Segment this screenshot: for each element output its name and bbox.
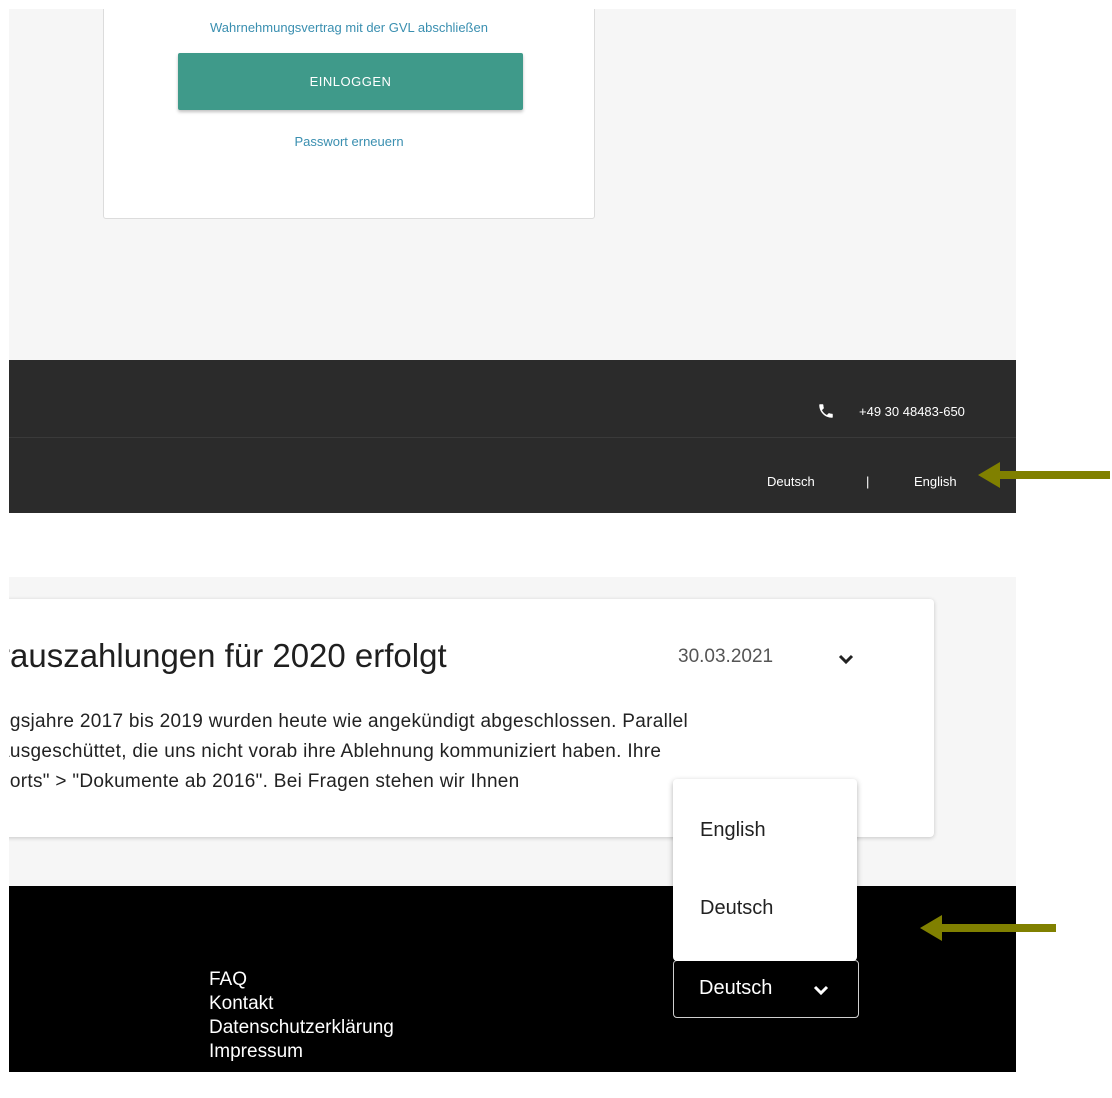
- language-separator: |: [866, 474, 870, 489]
- news-title: rauszahlungen für 2020 erfolgt: [9, 637, 447, 674]
- login-card: Wahrnehmungsvertrag mit der GVL abschlie…: [103, 9, 595, 219]
- top-screenshot: Wahrnehmungsvertrag mit der GVL abschlie…: [9, 9, 1016, 513]
- phone-number[interactable]: +49 30 48483-650: [859, 404, 965, 419]
- footer-link-kontakt[interactable]: Kontakt: [209, 992, 394, 1016]
- language-select[interactable]: Deutsch: [673, 960, 859, 1018]
- language-select-value: Deutsch: [699, 977, 773, 999]
- news-date: 30.03.2021: [678, 646, 774, 667]
- language-option-deutsch[interactable]: Deutsch: [700, 897, 773, 920]
- language-option-english[interactable]: English: [700, 819, 766, 842]
- language-link-english[interactable]: English: [914, 474, 957, 489]
- login-button[interactable]: EINLOGGEN: [178, 53, 523, 110]
- footer-links: FAQ Kontakt Datenschutzerklärung Impress…: [209, 968, 394, 1064]
- annotation-arrow-english: [978, 462, 1110, 488]
- language-link-deutsch[interactable]: Deutsch: [767, 474, 815, 489]
- footer-link-impressum[interactable]: Impressum: [209, 1040, 394, 1064]
- footer-bottom: FAQ Kontakt Datenschutzerklärung Impress…: [9, 886, 1016, 1072]
- password-reset-link[interactable]: Passwort erneuern: [104, 134, 594, 149]
- news-body-line: ausgeschüttet, die uns nicht vorab ihre …: [9, 741, 662, 762]
- footer-link-datenschutz[interactable]: Datenschutzerklärung: [209, 1016, 394, 1040]
- news-body-line: ngsjahre 2017 bis 2019 wurden heute wie …: [9, 711, 689, 732]
- annotation-arrow-language-select: [920, 915, 1056, 941]
- contract-link[interactable]: Wahrnehmungsvertrag mit der GVL abschlie…: [104, 20, 594, 35]
- chevron-down-icon: [813, 985, 829, 996]
- footer-top: +49 30 48483-650 Deutsch | English: [9, 360, 1016, 513]
- phone-icon: [819, 404, 833, 418]
- footer-link-faq[interactable]: FAQ: [209, 968, 394, 992]
- language-dropdown-menu: English Deutsch: [673, 779, 857, 961]
- chevron-down-icon[interactable]: [838, 653, 854, 665]
- bottom-screenshot: rauszahlungen für 2020 erfolgt 30.03.202…: [9, 577, 1016, 1072]
- footer-divider: [9, 437, 1016, 438]
